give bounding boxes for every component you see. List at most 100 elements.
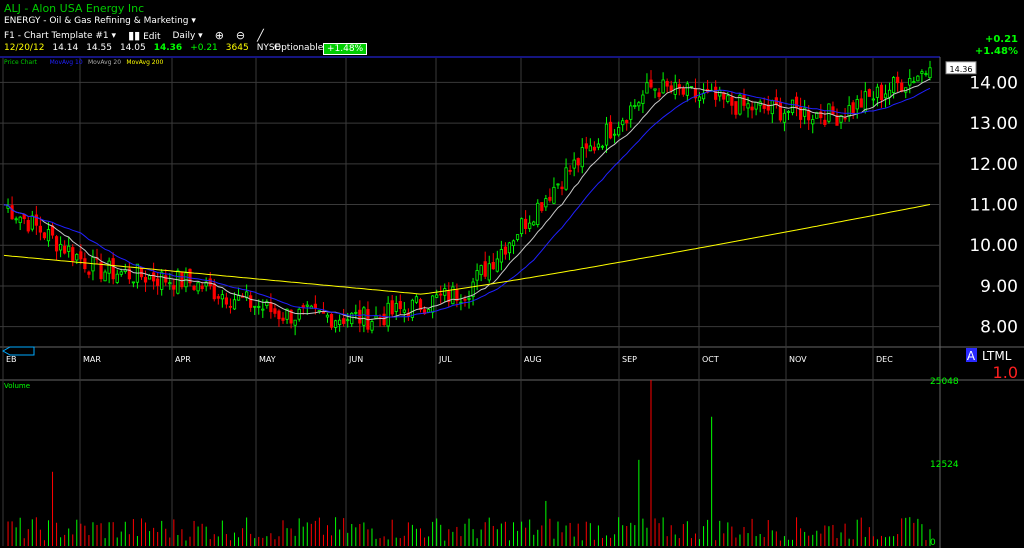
x-tick-label: OCT <box>702 355 719 364</box>
candle-body <box>730 96 734 106</box>
candle-body <box>107 260 111 274</box>
candle-body <box>475 270 479 281</box>
candle-body <box>228 305 233 308</box>
stock-chart[interactable]: 14.0013.0012.0011.0010.009.008.00EB MAR AP… <box>0 0 1024 548</box>
candle-body <box>131 281 135 284</box>
candle-body <box>665 81 669 87</box>
candle-body <box>511 240 516 247</box>
x-tick-label: SEP <box>622 355 637 364</box>
candle-body <box>333 320 338 328</box>
candle-body <box>912 81 916 83</box>
candle-body <box>414 296 419 303</box>
candle-body <box>770 100 774 115</box>
y-tick-label: 12.00 <box>969 155 1018 175</box>
candle-body <box>212 283 216 300</box>
candle-body <box>604 123 609 146</box>
candle-body <box>645 82 649 94</box>
candle-body <box>164 275 168 283</box>
x-tick-label: MAR <box>83 355 101 364</box>
candle-body <box>426 309 431 313</box>
candle-body <box>220 294 224 300</box>
x-tick-label: JUN <box>348 355 363 364</box>
candle-body <box>305 304 309 307</box>
candle-body <box>515 234 520 240</box>
candle-body <box>111 258 115 280</box>
candle-body <box>321 311 326 314</box>
candle-body <box>823 119 827 125</box>
candle-body <box>386 302 390 327</box>
candle-body <box>180 271 184 288</box>
candle-body <box>83 258 87 270</box>
candle-body <box>908 78 912 86</box>
candle-body <box>261 308 265 311</box>
candle-body <box>532 221 536 226</box>
ma200-line <box>3 204 931 295</box>
candle-body <box>253 305 257 308</box>
candle-body <box>584 143 588 149</box>
candle-body <box>257 306 261 308</box>
candle-body <box>168 282 172 285</box>
ma10-line <box>3 78 931 321</box>
legend-entry: MovAvg 200 <box>126 59 163 66</box>
candle-body <box>778 101 782 121</box>
candle-body <box>46 229 51 242</box>
legend-entry: MovAvg 10 <box>50 59 83 66</box>
y-tick-label: 11.00 <box>969 196 1018 216</box>
candle-body <box>10 205 14 220</box>
candle-body <box>754 101 758 110</box>
candle-body <box>499 249 503 263</box>
candle-body <box>847 105 851 117</box>
candle-body <box>867 89 871 97</box>
candle-body <box>653 88 657 91</box>
candle-body <box>313 303 317 309</box>
candle-body <box>342 318 346 324</box>
candle-body <box>621 120 625 126</box>
candle-body <box>600 145 605 148</box>
candle-body <box>495 258 499 272</box>
corner-value: 1.0 <box>993 363 1018 382</box>
candle-body <box>192 285 196 290</box>
candle-body <box>435 294 439 298</box>
y-tick-label: 10.00 <box>969 236 1018 256</box>
candle-body <box>596 143 601 148</box>
candle-body <box>431 295 435 313</box>
candle-body <box>811 119 815 125</box>
candle-body <box>560 186 564 190</box>
candle-body <box>726 95 730 102</box>
corner-text: LTML <box>982 349 1012 363</box>
candle-body <box>143 276 148 283</box>
candle-body <box>354 311 358 314</box>
candle-body <box>249 295 253 308</box>
candle-body <box>855 99 859 110</box>
candle-body <box>216 296 220 299</box>
candle-body <box>669 85 673 92</box>
candle-body <box>871 98 875 101</box>
candle-body <box>301 305 305 308</box>
candle-body <box>483 261 487 277</box>
candle-body <box>633 105 637 107</box>
candle-body <box>176 270 180 294</box>
candle-body <box>742 94 746 106</box>
candle-body <box>402 309 406 313</box>
candle-body <box>42 232 47 239</box>
candle-body <box>718 89 722 97</box>
candle-body <box>196 282 200 292</box>
ma20-line <box>3 87 931 318</box>
legend-entry: Price Chart <box>4 59 38 66</box>
x-tick-label: MAY <box>259 355 276 364</box>
y-tick-label: 13.00 <box>969 114 1018 134</box>
candle-body <box>54 236 59 252</box>
candle-body <box>835 115 839 126</box>
y-tick-label: 8.00 <box>980 318 1018 338</box>
x-tick-label: APR <box>175 355 191 364</box>
candle-body <box>879 84 884 101</box>
candle-body <box>200 285 204 290</box>
candle-body <box>63 245 67 254</box>
x-tick-label: JUL <box>438 355 452 364</box>
candle-body <box>467 297 471 300</box>
candle-body <box>827 103 831 122</box>
candle-body <box>588 145 592 152</box>
candle-body <box>851 102 855 114</box>
candle-body <box>79 251 83 260</box>
candle-body <box>629 105 633 120</box>
